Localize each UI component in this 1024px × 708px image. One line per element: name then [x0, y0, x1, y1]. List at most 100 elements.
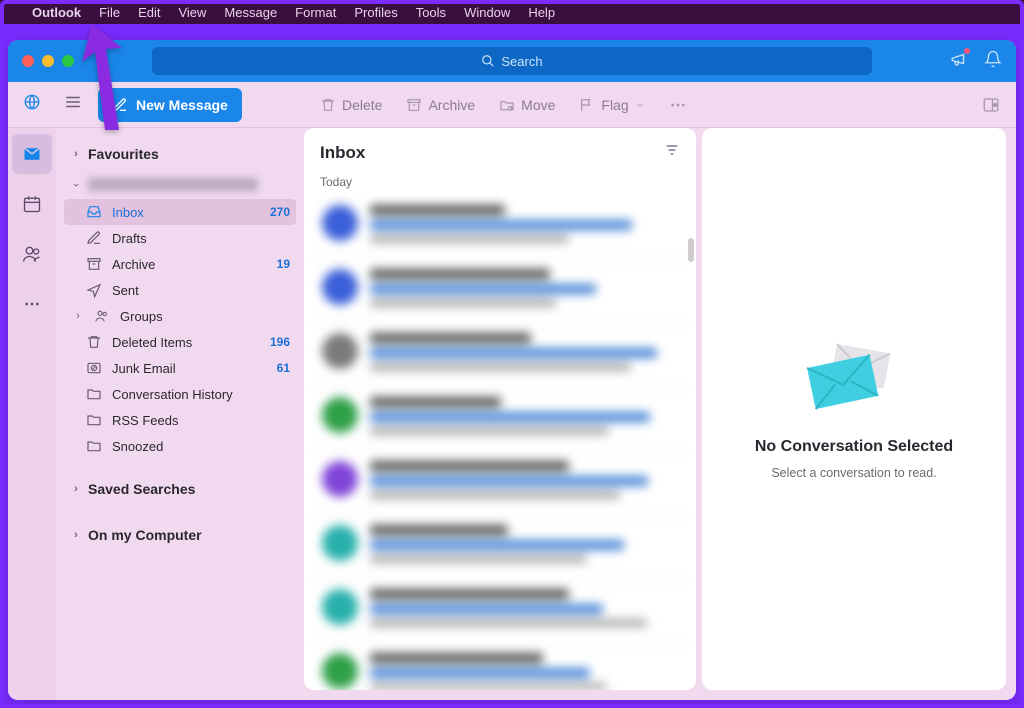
outlook-window: Search New Message — [8, 40, 1016, 700]
section-favourites[interactable]: › Favourites — [64, 138, 296, 170]
section-account[interactable]: › — [64, 170, 296, 199]
panel-icon — [982, 96, 1000, 114]
empty-state-title: No Conversation Selected — [755, 438, 953, 456]
junk-icon — [86, 360, 102, 376]
chevron-down-icon — [635, 100, 645, 110]
message-item[interactable] — [312, 387, 688, 451]
folder-deleted[interactable]: Deleted Items 196 — [64, 329, 296, 355]
menu-help[interactable]: Help — [528, 5, 555, 20]
rail-calendar[interactable] — [12, 184, 52, 224]
chevron-right-icon: › — [72, 310, 84, 322]
window-minimize-button[interactable] — [42, 55, 54, 67]
app-rail — [8, 128, 56, 700]
search-placeholder: Search — [501, 54, 542, 69]
scrollbar-thumb[interactable] — [688, 238, 694, 262]
trash-icon — [320, 97, 336, 113]
message-item[interactable] — [312, 451, 688, 515]
search-input[interactable]: Search — [152, 47, 872, 75]
search-icon — [481, 54, 495, 68]
mail-icon — [22, 144, 42, 164]
chevron-down-icon: › — [70, 179, 82, 191]
folder-drafts[interactable]: Drafts — [64, 225, 296, 251]
whats-new-button[interactable] — [950, 50, 968, 73]
archive-button[interactable]: Archive — [406, 97, 475, 113]
flag-button[interactable]: Flag — [579, 97, 644, 113]
message-list-pane: Inbox Today — [304, 128, 696, 690]
groups-icon — [94, 308, 110, 324]
message-item[interactable] — [312, 259, 688, 323]
reading-pane: No Conversation Selected Select a conver… — [702, 128, 1006, 690]
toolbar: New Message Delete Archive Move Flag — [8, 82, 1016, 128]
folder-snoozed[interactable]: Snoozed — [64, 433, 296, 459]
new-message-button[interactable]: New Message — [98, 88, 242, 122]
filter-icon — [664, 142, 680, 158]
folder-conversation-history[interactable]: Conversation History — [64, 381, 296, 407]
message-item[interactable] — [312, 195, 688, 259]
people-icon — [22, 244, 42, 264]
menu-window[interactable]: Window — [464, 5, 510, 20]
move-button[interactable]: Move — [499, 97, 555, 113]
notifications-button[interactable] — [984, 50, 1002, 73]
empty-state-illustration — [799, 338, 909, 428]
drafts-icon — [86, 230, 102, 246]
folder-pane: › Favourites › Inbox 270 Drafts Archive … — [56, 128, 304, 700]
sent-icon — [86, 282, 102, 298]
chevron-right-icon: › — [70, 483, 82, 495]
account-switcher-button[interactable] — [23, 93, 41, 116]
macos-menubar: Outlook File Edit View Message Format Pr… — [0, 0, 1024, 24]
message-items-blurred — [304, 195, 696, 690]
section-saved-searches[interactable]: › Saved Searches — [64, 473, 296, 505]
new-message-label: New Message — [136, 97, 228, 113]
filter-button[interactable] — [664, 142, 680, 163]
more-actions-button[interactable] — [669, 96, 687, 114]
chevron-right-icon: › — [70, 529, 82, 541]
folder-rss[interactable]: RSS Feeds — [64, 407, 296, 433]
folder-icon — [86, 386, 102, 402]
message-item[interactable] — [312, 323, 688, 387]
folder-icon — [86, 438, 102, 454]
rail-more[interactable] — [12, 284, 52, 324]
menu-message[interactable]: Message — [224, 5, 277, 20]
folder-junk[interactable]: Junk Email 61 — [64, 355, 296, 381]
menu-view[interactable]: View — [178, 5, 206, 20]
move-folder-icon — [499, 97, 515, 113]
menu-file[interactable]: File — [99, 5, 120, 20]
folder-icon — [86, 412, 102, 428]
ellipsis-icon — [669, 96, 687, 114]
flag-icon — [579, 97, 595, 113]
reading-pane-toggle-button[interactable] — [982, 96, 1016, 114]
hamburger-icon — [64, 93, 82, 111]
menu-profiles[interactable]: Profiles — [354, 5, 397, 20]
calendar-icon — [22, 194, 42, 214]
message-item[interactable] — [312, 579, 688, 643]
archive-icon — [86, 256, 102, 272]
delete-button[interactable]: Delete — [320, 97, 382, 113]
menu-format[interactable]: Format — [295, 5, 336, 20]
empty-state-subtitle: Select a conversation to read. — [771, 466, 936, 480]
section-on-my-computer[interactable]: › On my Computer — [64, 519, 296, 551]
message-item[interactable] — [312, 515, 688, 579]
folder-groups[interactable]: › Groups — [64, 303, 296, 329]
message-item[interactable] — [312, 643, 688, 690]
compose-icon — [112, 97, 128, 113]
menu-edit[interactable]: Edit — [138, 5, 160, 20]
folder-inbox[interactable]: Inbox 270 — [64, 199, 296, 225]
inbox-icon — [86, 204, 102, 220]
window-close-button[interactable] — [22, 55, 34, 67]
bell-icon — [984, 50, 1002, 68]
rail-people[interactable] — [12, 234, 52, 274]
ellipsis-icon — [23, 295, 41, 313]
window-zoom-button[interactable] — [62, 55, 74, 67]
window-titlebar: Search — [8, 40, 1016, 82]
chevron-right-icon: › — [70, 148, 82, 160]
date-group-today: Today — [304, 171, 696, 195]
globe-icon — [23, 93, 41, 111]
toggle-sidebar-button[interactable] — [56, 93, 90, 116]
folder-sent[interactable]: Sent — [64, 277, 296, 303]
menu-app-outlook[interactable]: Outlook — [32, 5, 81, 20]
menu-tools[interactable]: Tools — [416, 5, 446, 20]
rail-mail[interactable] — [12, 134, 52, 174]
notification-dot-icon — [964, 48, 970, 54]
folder-archive[interactable]: Archive 19 — [64, 251, 296, 277]
message-list-title: Inbox — [320, 143, 365, 163]
